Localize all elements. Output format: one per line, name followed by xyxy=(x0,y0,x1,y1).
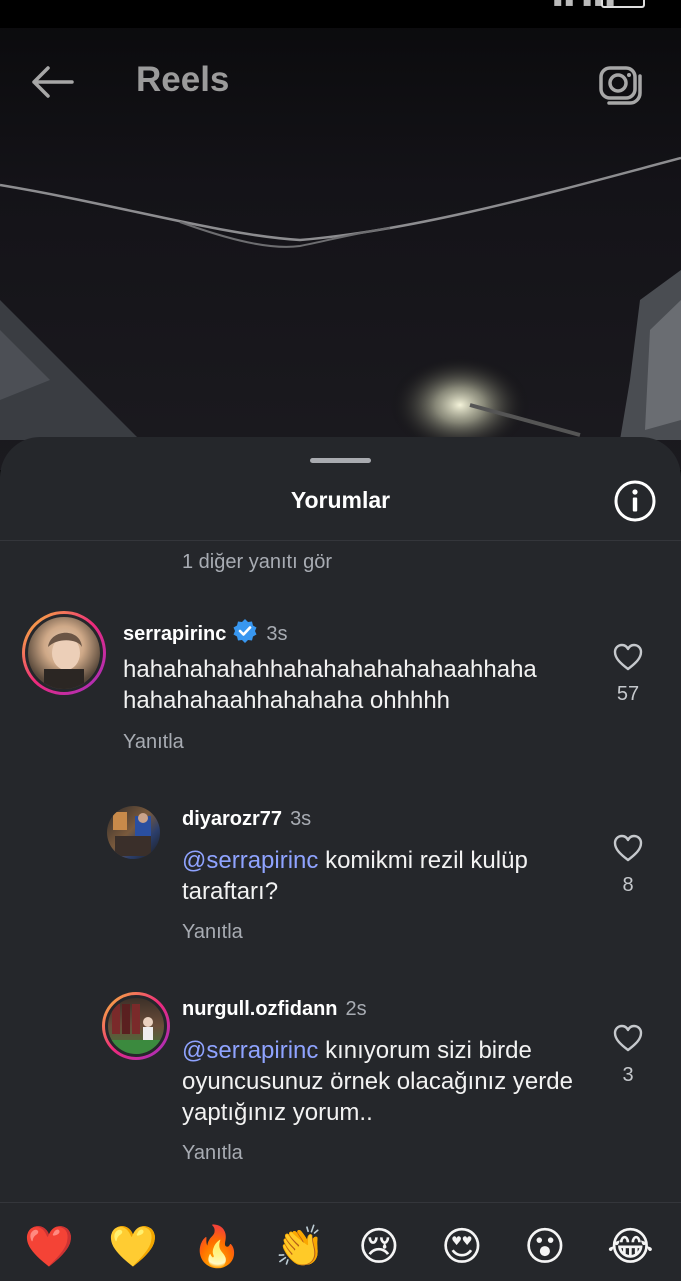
emoji-clapping-hands[interactable]: 👏 xyxy=(275,1223,325,1271)
like-count: 3 xyxy=(622,1064,634,1086)
emoji-heart-eyes[interactable]: 😍 xyxy=(441,1223,483,1271)
comment-username[interactable]: nurgull.ozfidann xyxy=(182,998,338,1020)
camera-icon[interactable] xyxy=(596,60,644,108)
avatar-photo xyxy=(44,632,84,689)
mention-link[interactable]: @serrapirinc xyxy=(182,847,318,874)
like-control: 8 xyxy=(608,834,648,897)
comment-username[interactable]: diyarozr77 xyxy=(182,808,282,830)
divider xyxy=(0,540,681,541)
like-count: 8 xyxy=(622,874,634,896)
sheet-title: Yorumlar xyxy=(290,487,391,513)
reply-button[interactable]: Yanıtla xyxy=(123,731,184,754)
avatar[interactable] xyxy=(102,992,170,1060)
comment-username[interactable]: serrapirinc xyxy=(123,623,226,645)
reply-button[interactable]: Yanıtla xyxy=(182,1142,243,1165)
info-icon[interactable] xyxy=(613,479,657,523)
battery-icon xyxy=(601,0,645,8)
emoji-tears-of-joy[interactable]: 😂 xyxy=(607,1223,654,1271)
heart-icon[interactable] xyxy=(613,834,643,862)
heart-icon[interactable] xyxy=(613,643,643,671)
emoji-fire[interactable]: 🔥 xyxy=(192,1223,242,1271)
verified-badge-icon xyxy=(232,618,258,650)
mention-link[interactable]: @serrapirinc xyxy=(182,1037,318,1064)
comment-text: @serrapirinc kınıyorum sizi birde oyuncu… xyxy=(182,1035,582,1128)
avatar[interactable] xyxy=(107,806,160,859)
comment-text: @serrapirinc komikmi rezil kulüp tarafta… xyxy=(182,845,582,907)
like-count: 57 xyxy=(616,683,640,705)
back-arrow-icon[interactable] xyxy=(28,62,76,102)
emoji-crying-face[interactable]: 😢 xyxy=(358,1223,400,1271)
page-title: Reels xyxy=(136,60,230,99)
emoji-surprised-face[interactable]: 😮 xyxy=(524,1223,566,1271)
comment-text: hahahahahahhahahahahahahaahhaha hahahaha… xyxy=(123,656,537,714)
comment-time: 2s xyxy=(345,998,367,1020)
avatar[interactable] xyxy=(22,611,106,695)
avatar-photo xyxy=(108,1004,164,1054)
comment-time: 3s xyxy=(266,623,288,645)
comment-time: 3s xyxy=(290,808,312,830)
heart-icon[interactable] xyxy=(613,1024,643,1052)
emoji-red-heart[interactable]: ❤️ xyxy=(24,1223,74,1271)
emoji-yellow-heart[interactable]: 💛 xyxy=(108,1223,158,1271)
view-more-replies[interactable]: 1 diğer yanıtı gör xyxy=(182,551,332,574)
emoji-reaction-bar: ❤️ 💛 🔥 👏 😢 😍 😮 😂 xyxy=(0,1202,681,1281)
reply-button[interactable]: Yanıtla xyxy=(182,921,243,944)
drag-handle[interactable] xyxy=(310,458,371,463)
like-control: 57 xyxy=(608,643,648,706)
like-control: 3 xyxy=(608,1024,648,1087)
status-bar: ▪▪ ▪▪▪ xyxy=(0,0,681,28)
reels-header: Reels xyxy=(0,52,681,112)
avatar-photo xyxy=(113,812,151,856)
